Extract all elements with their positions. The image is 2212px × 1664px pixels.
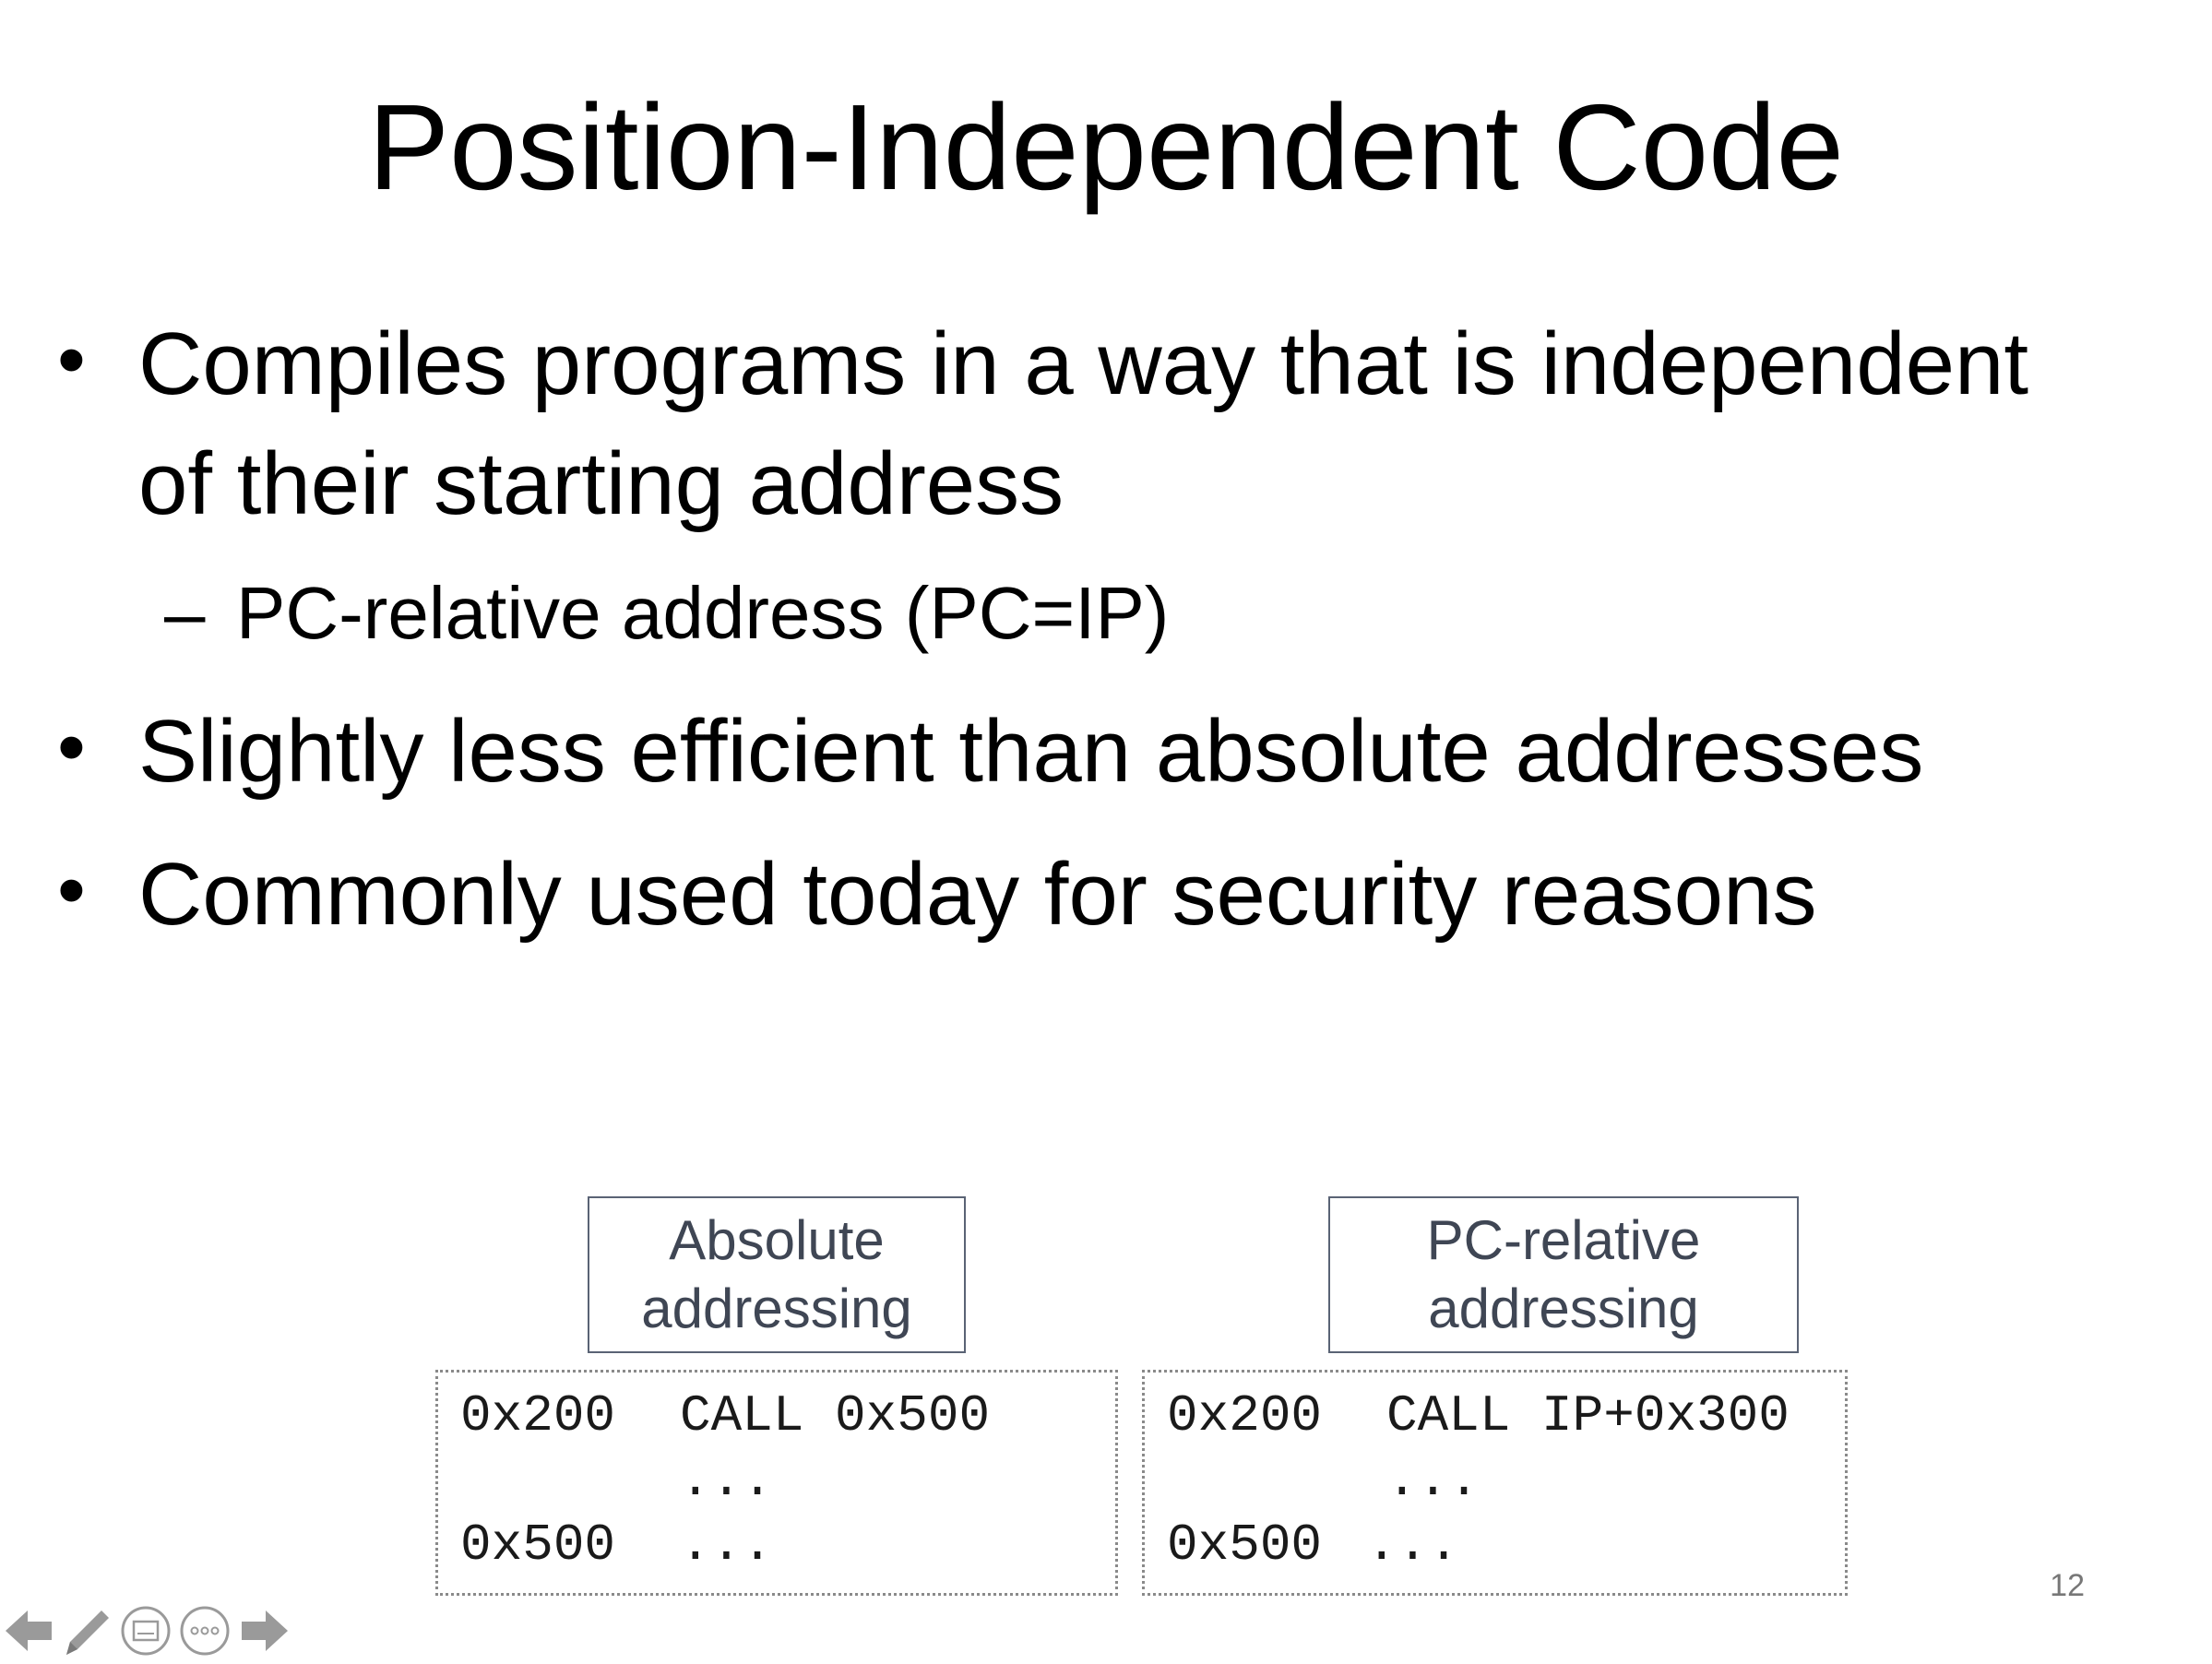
bullet-text-line: Commonly used today for security reasons (138, 845, 1817, 944)
pen-icon[interactable] (59, 1603, 114, 1658)
code-address: 0x500 (460, 1515, 616, 1575)
bullet-marker: • (57, 314, 86, 405)
code-instruction: ... (680, 1515, 773, 1575)
arrow-left-icon[interactable] (2, 1603, 57, 1658)
slides-icon[interactable] (118, 1603, 173, 1658)
absolute-addressing-label: Absolute addressing (588, 1196, 966, 1353)
bullet-text-line: of their starting address (138, 434, 1064, 533)
more-icon[interactable] (177, 1603, 232, 1658)
label-line: addressing (641, 1278, 912, 1339)
bullet-text-line: Slightly less efficient than absolute ad… (138, 702, 1924, 801)
page-number: 12 (2050, 1568, 2085, 1603)
sub-bullet-marker: – (164, 572, 206, 654)
label-line: PC-relative (1426, 1209, 1701, 1271)
code-instruction: ... (1386, 1451, 1480, 1510)
code-address: 0x200 (460, 1386, 616, 1445)
code-instruction: CALL IP+0x300 (1386, 1386, 1790, 1445)
label-line: Absolute (669, 1209, 885, 1271)
slide: Position-Independent Code • Compiles pro… (0, 0, 2212, 1658)
slide-nav-toolbar (0, 1603, 304, 1664)
code-address: 0x500 (1167, 1515, 1323, 1575)
code-instruction: ... (1366, 1515, 1459, 1575)
pc-relative-addressing-label: PC-relative addressing (1328, 1196, 1799, 1353)
code-instruction: CALL 0x500 (680, 1386, 991, 1445)
sub-bullet-text: PC-relative address (PC=IP) (236, 572, 1170, 654)
code-address: 0x200 (1167, 1386, 1323, 1445)
arrow-right-icon[interactable] (236, 1603, 291, 1658)
code-instruction: ... (680, 1451, 773, 1510)
bullet-marker: • (57, 844, 86, 935)
label-line: addressing (1428, 1278, 1699, 1339)
bullet-marker: • (57, 701, 86, 792)
absolute-code-block: 0x200 CALL 0x500 ... 0x500 ... (435, 1370, 1118, 1596)
bullet-text-line: Compiles programs in a way that is indep… (138, 315, 2029, 413)
pc-relative-code-block: 0x200 CALL IP+0x300 ... 0x500 ... (1142, 1370, 1848, 1596)
slide-title: Position-Independent Code (368, 79, 1844, 215)
